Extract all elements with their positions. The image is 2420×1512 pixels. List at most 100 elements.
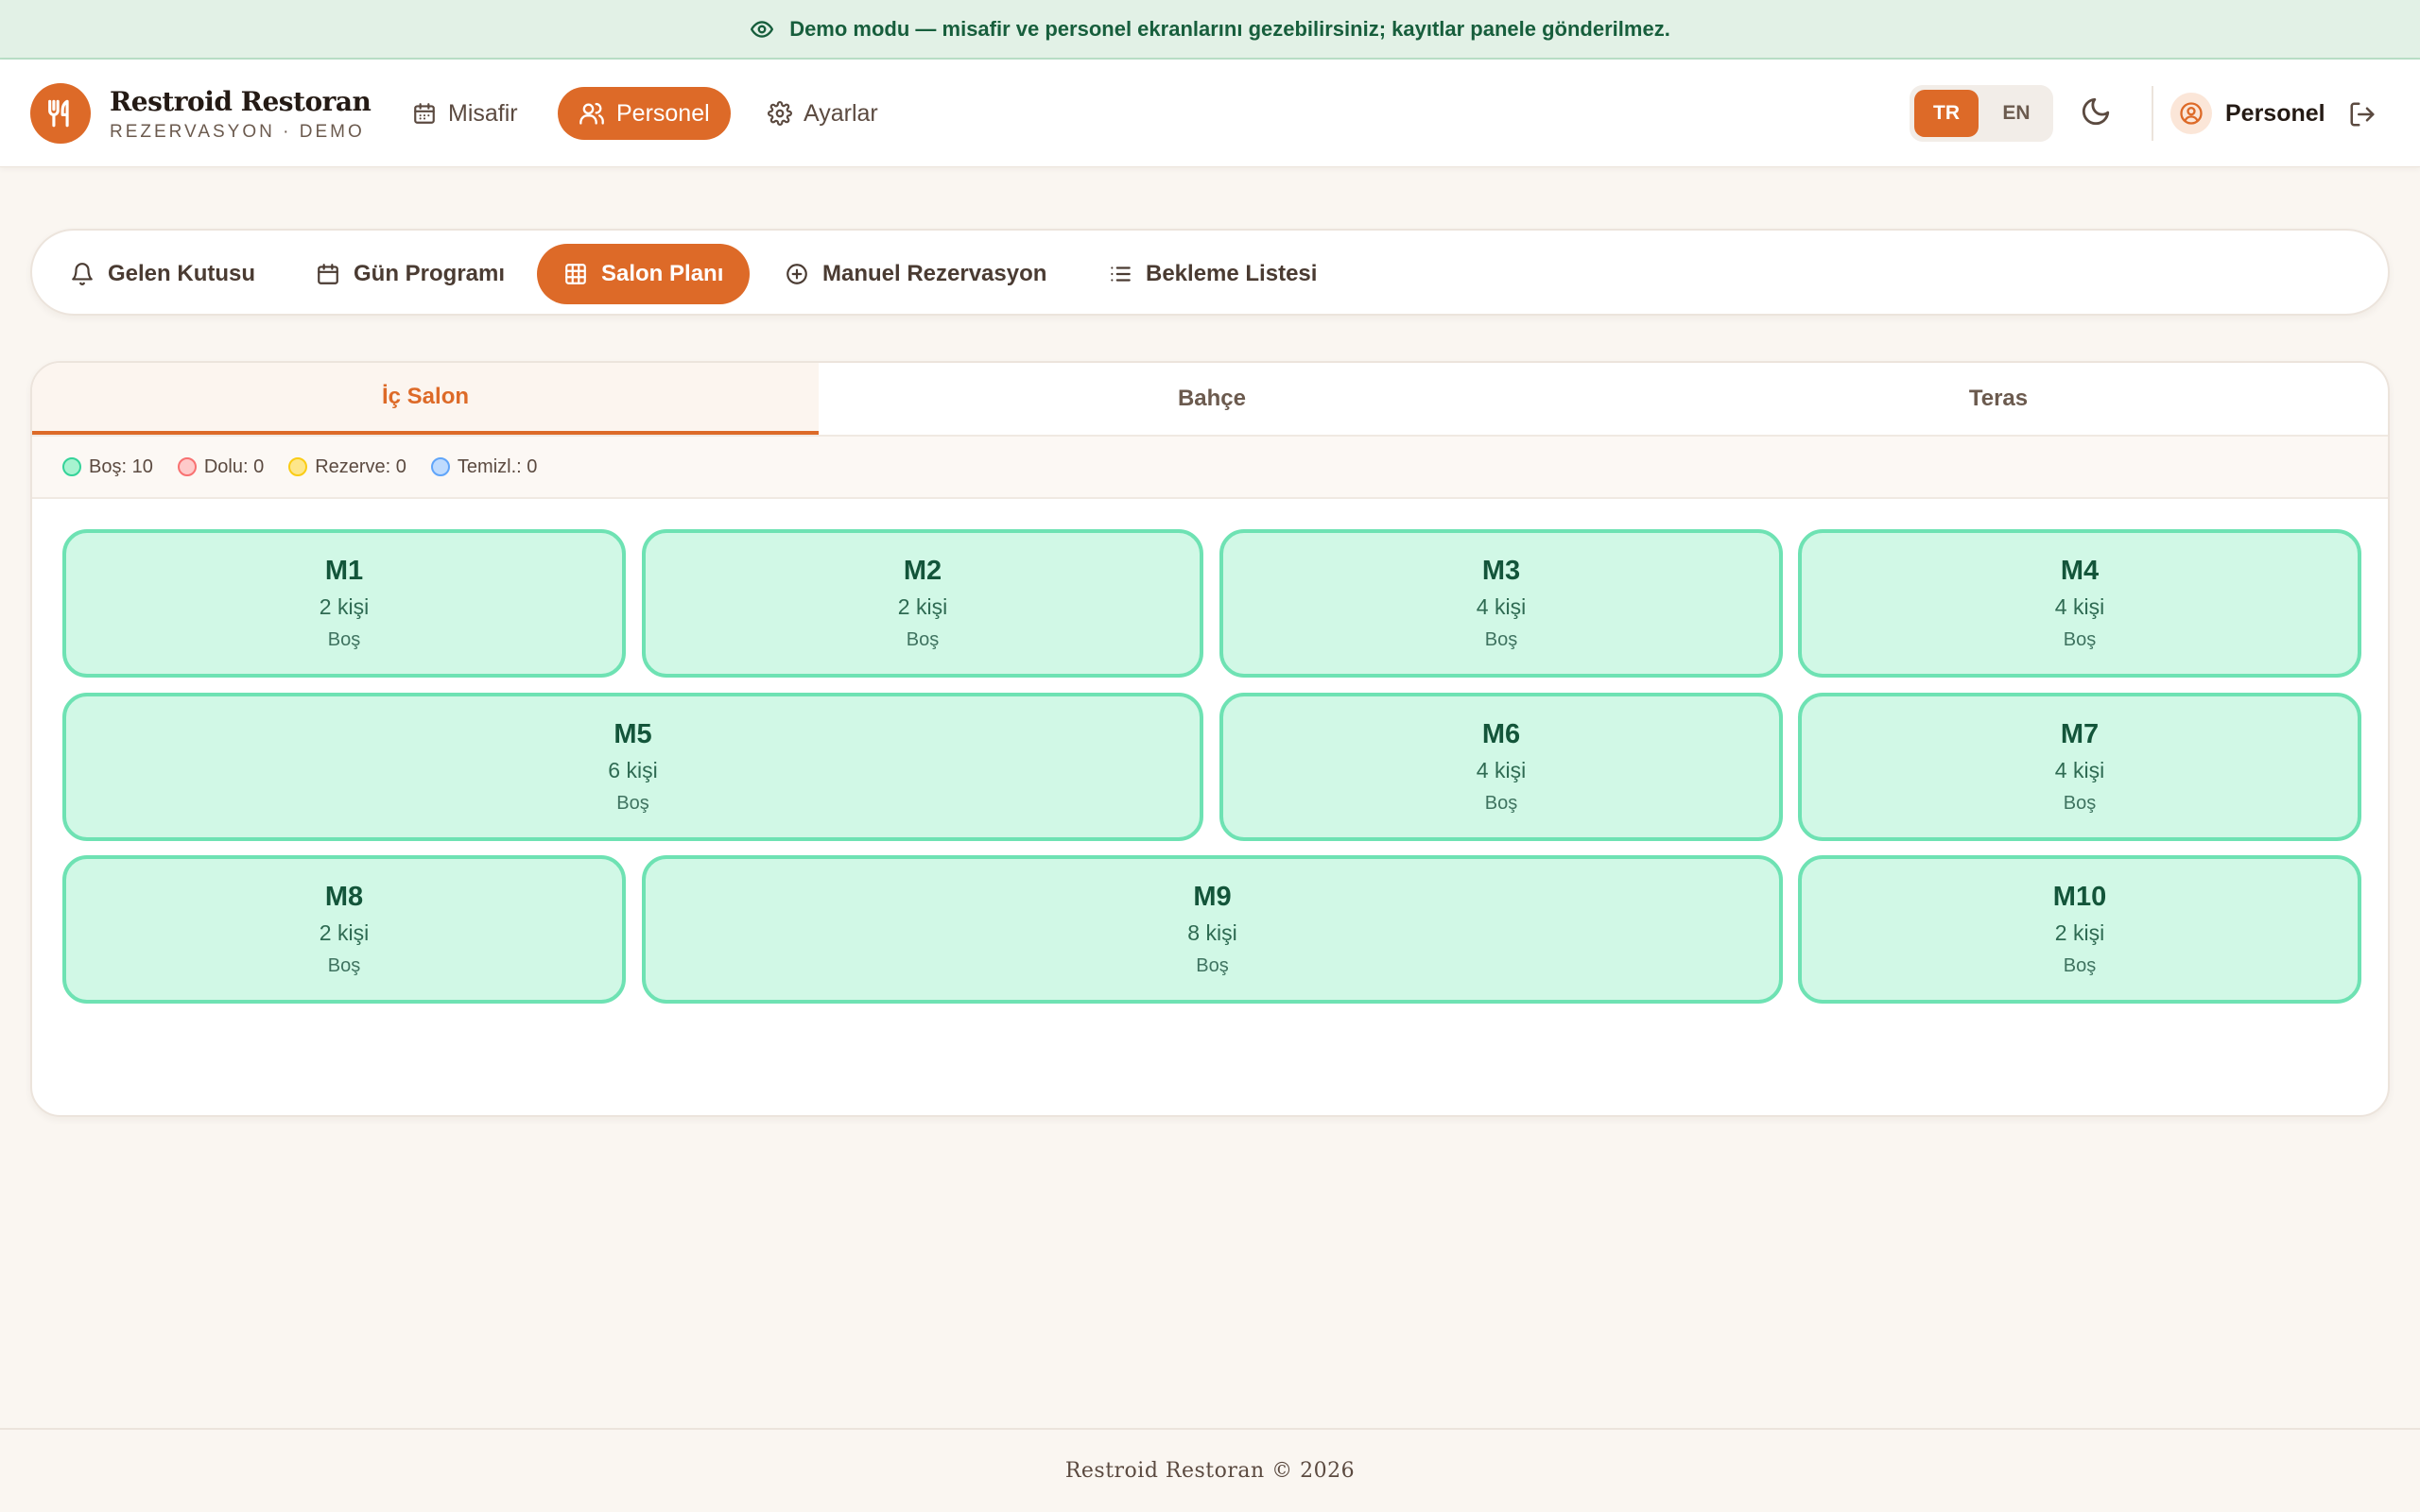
legend-item-dolu: Dolu: 0 — [177, 455, 265, 478]
table-status: Boş — [906, 629, 940, 650]
table-m9[interactable]: M9 8 kişi Boş — [642, 855, 1783, 1004]
legend-item-bos: Boş: 10 — [62, 456, 153, 478]
app-header: Restroid Restoran REZERVASYON · DEMO Mis… — [0, 60, 2420, 167]
table-name: M1 — [324, 556, 364, 586]
table-status: Boş — [2063, 629, 2097, 650]
table-capacity: 8 kişi — [1187, 920, 1237, 945]
table-name: M10 — [2052, 882, 2107, 912]
bell-icon — [70, 262, 95, 286]
status-dot — [288, 457, 308, 476]
table-m10[interactable]: M10 2 kişi Boş — [1798, 855, 2361, 1004]
table-name: M8 — [324, 882, 364, 912]
subnav-manuel-rezervasyon-label: Manuel Rezervasyon — [822, 261, 1047, 286]
subnav-gun-programi[interactable]: Gün Programı — [289, 244, 531, 304]
subnav-gelen-kutusu-label: Gelen Kutusu — [108, 261, 256, 286]
tab-ic-salon[interactable]: İç Salon — [32, 363, 819, 435]
nav-personel-label: Personel — [616, 99, 710, 127]
legend-label: Temizl.: 0 — [457, 455, 538, 477]
tab-teras[interactable]: Teras — [1605, 363, 2388, 435]
subnav-gun-programi-label: Gün Programı — [354, 261, 506, 286]
subnav-bekleme-listesi-label: Bekleme Listesi — [1146, 261, 1318, 286]
list-icon — [1108, 262, 1132, 286]
legend-item-rezerve: Rezerve: 0 — [288, 456, 406, 478]
legend-label: Dolu: 0 — [203, 455, 265, 477]
staff-subnav: Gelen Kutusu Gün Programı Salon Planı Ma… — [30, 229, 2390, 316]
avatar[interactable] — [2170, 93, 2212, 134]
table-m6[interactable]: M6 4 kişi Boş — [1219, 693, 1783, 841]
moon-icon — [2080, 95, 2112, 128]
logout-icon — [2348, 100, 2377, 129]
demo-banner-text: Demo modu — misafir ve personel ekranlar… — [789, 16, 1670, 41]
header-divider — [2152, 86, 2153, 141]
brand-subtitle: REZERVASYON · DEMO — [110, 122, 365, 142]
table-m8[interactable]: M8 2 kişi Boş — [62, 855, 626, 1004]
table-m7[interactable]: M7 4 kişi Boş — [1798, 693, 2361, 841]
table-name: M3 — [1481, 556, 1521, 586]
table-status: Boş — [327, 955, 361, 976]
table-capacity: 4 kişi — [2054, 594, 2105, 619]
table-capacity: 4 kişi — [2054, 758, 2105, 782]
calendar-icon — [316, 262, 340, 286]
table-name: M2 — [903, 556, 942, 586]
footer: Restroid Restoran © 2026 — [0, 1428, 2420, 1512]
subnav-salon-plani[interactable]: Salon Planı — [537, 244, 751, 304]
nav-misafir-label: Misafir — [448, 99, 518, 127]
theme-toggle-button[interactable] — [2080, 95, 2112, 128]
user-circle-icon — [2178, 100, 2204, 127]
nav-ayarlar[interactable]: Ayarlar — [747, 87, 899, 140]
status-legend: Boş: 10 Dolu: 0 Rezerve: 0 Temizl.: 0 — [32, 437, 2388, 499]
gear-icon — [768, 101, 792, 126]
table-status: Boş — [1484, 793, 1518, 814]
language-switch: TR EN — [1910, 85, 2053, 142]
eye-icon — [750, 17, 774, 42]
logout-button[interactable] — [2348, 100, 2377, 129]
plus-circle-icon — [785, 262, 809, 286]
table-name: M9 — [1193, 882, 1232, 912]
floor-plan-card: İç Salon Bahçe Teras Boş: 10 Dolu: 0 Rez… — [30, 361, 2390, 1117]
status-dot — [430, 457, 450, 476]
footer-text: Restroid Restoran © 2026 — [1064, 1459, 1356, 1483]
status-dot — [62, 457, 81, 476]
table-name: M4 — [2060, 556, 2100, 586]
legend-label: Rezerve: 0 — [315, 455, 406, 477]
lang-en-button[interactable]: EN — [1984, 90, 2048, 137]
table-status: Boş — [616, 793, 649, 814]
table-status: Boş — [2063, 955, 2097, 976]
table-name: M7 — [2060, 719, 2100, 749]
nav-ayarlar-label: Ayarlar — [804, 99, 878, 127]
lang-tr-button[interactable]: TR — [1914, 90, 1979, 137]
table-status: Boş — [1196, 955, 1229, 976]
table-m1[interactable]: M1 2 kişi Boş — [62, 529, 626, 678]
status-dot — [177, 457, 197, 476]
table-capacity: 2 kişi — [319, 594, 370, 619]
table-status: Boş — [2063, 793, 2097, 814]
table-capacity: 2 kişi — [897, 594, 948, 619]
nav-misafir[interactable]: Misafir — [391, 87, 539, 140]
table-capacity: 4 kişi — [1476, 758, 1527, 782]
table-status: Boş — [1484, 629, 1518, 650]
user-name: Personel — [2225, 100, 2325, 127]
demo-banner: Demo modu — misafir ve personel ekranlar… — [0, 0, 2420, 60]
subnav-gelen-kutusu[interactable]: Gelen Kutusu — [43, 244, 282, 304]
table-status: Boş — [327, 629, 361, 650]
legend-label: Boş: 10 — [89, 455, 153, 477]
tab-bahce[interactable]: Bahçe — [819, 363, 1605, 435]
nav-personel[interactable]: Personel — [558, 87, 731, 140]
grid-icon — [563, 262, 588, 286]
table-capacity: 6 kişi — [608, 758, 658, 782]
table-m2[interactable]: M2 2 kişi Boş — [642, 529, 1203, 678]
users-icon — [579, 100, 605, 127]
table-m5[interactable]: M5 6 kişi Boş — [62, 693, 1203, 841]
legend-item-temizlik: Temizl.: 0 — [430, 455, 538, 478]
brand-name: Restroid Restoran — [110, 86, 372, 117]
fork-knife-icon — [44, 97, 77, 129]
table-m3[interactable]: M3 4 kişi Boş — [1219, 529, 1783, 678]
subnav-salon-plani-label: Salon Planı — [601, 261, 724, 286]
table-capacity: 2 kişi — [2054, 920, 2105, 945]
subnav-manuel-rezervasyon[interactable]: Manuel Rezervasyon — [758, 244, 1073, 304]
table-m4[interactable]: M4 4 kişi Boş — [1798, 529, 2361, 678]
logo[interactable] — [30, 83, 91, 144]
area-tabs: İç Salon Bahçe Teras — [32, 363, 2388, 437]
table-capacity: 4 kişi — [1476, 594, 1527, 619]
subnav-bekleme-listesi[interactable]: Bekleme Listesi — [1081, 244, 1343, 304]
